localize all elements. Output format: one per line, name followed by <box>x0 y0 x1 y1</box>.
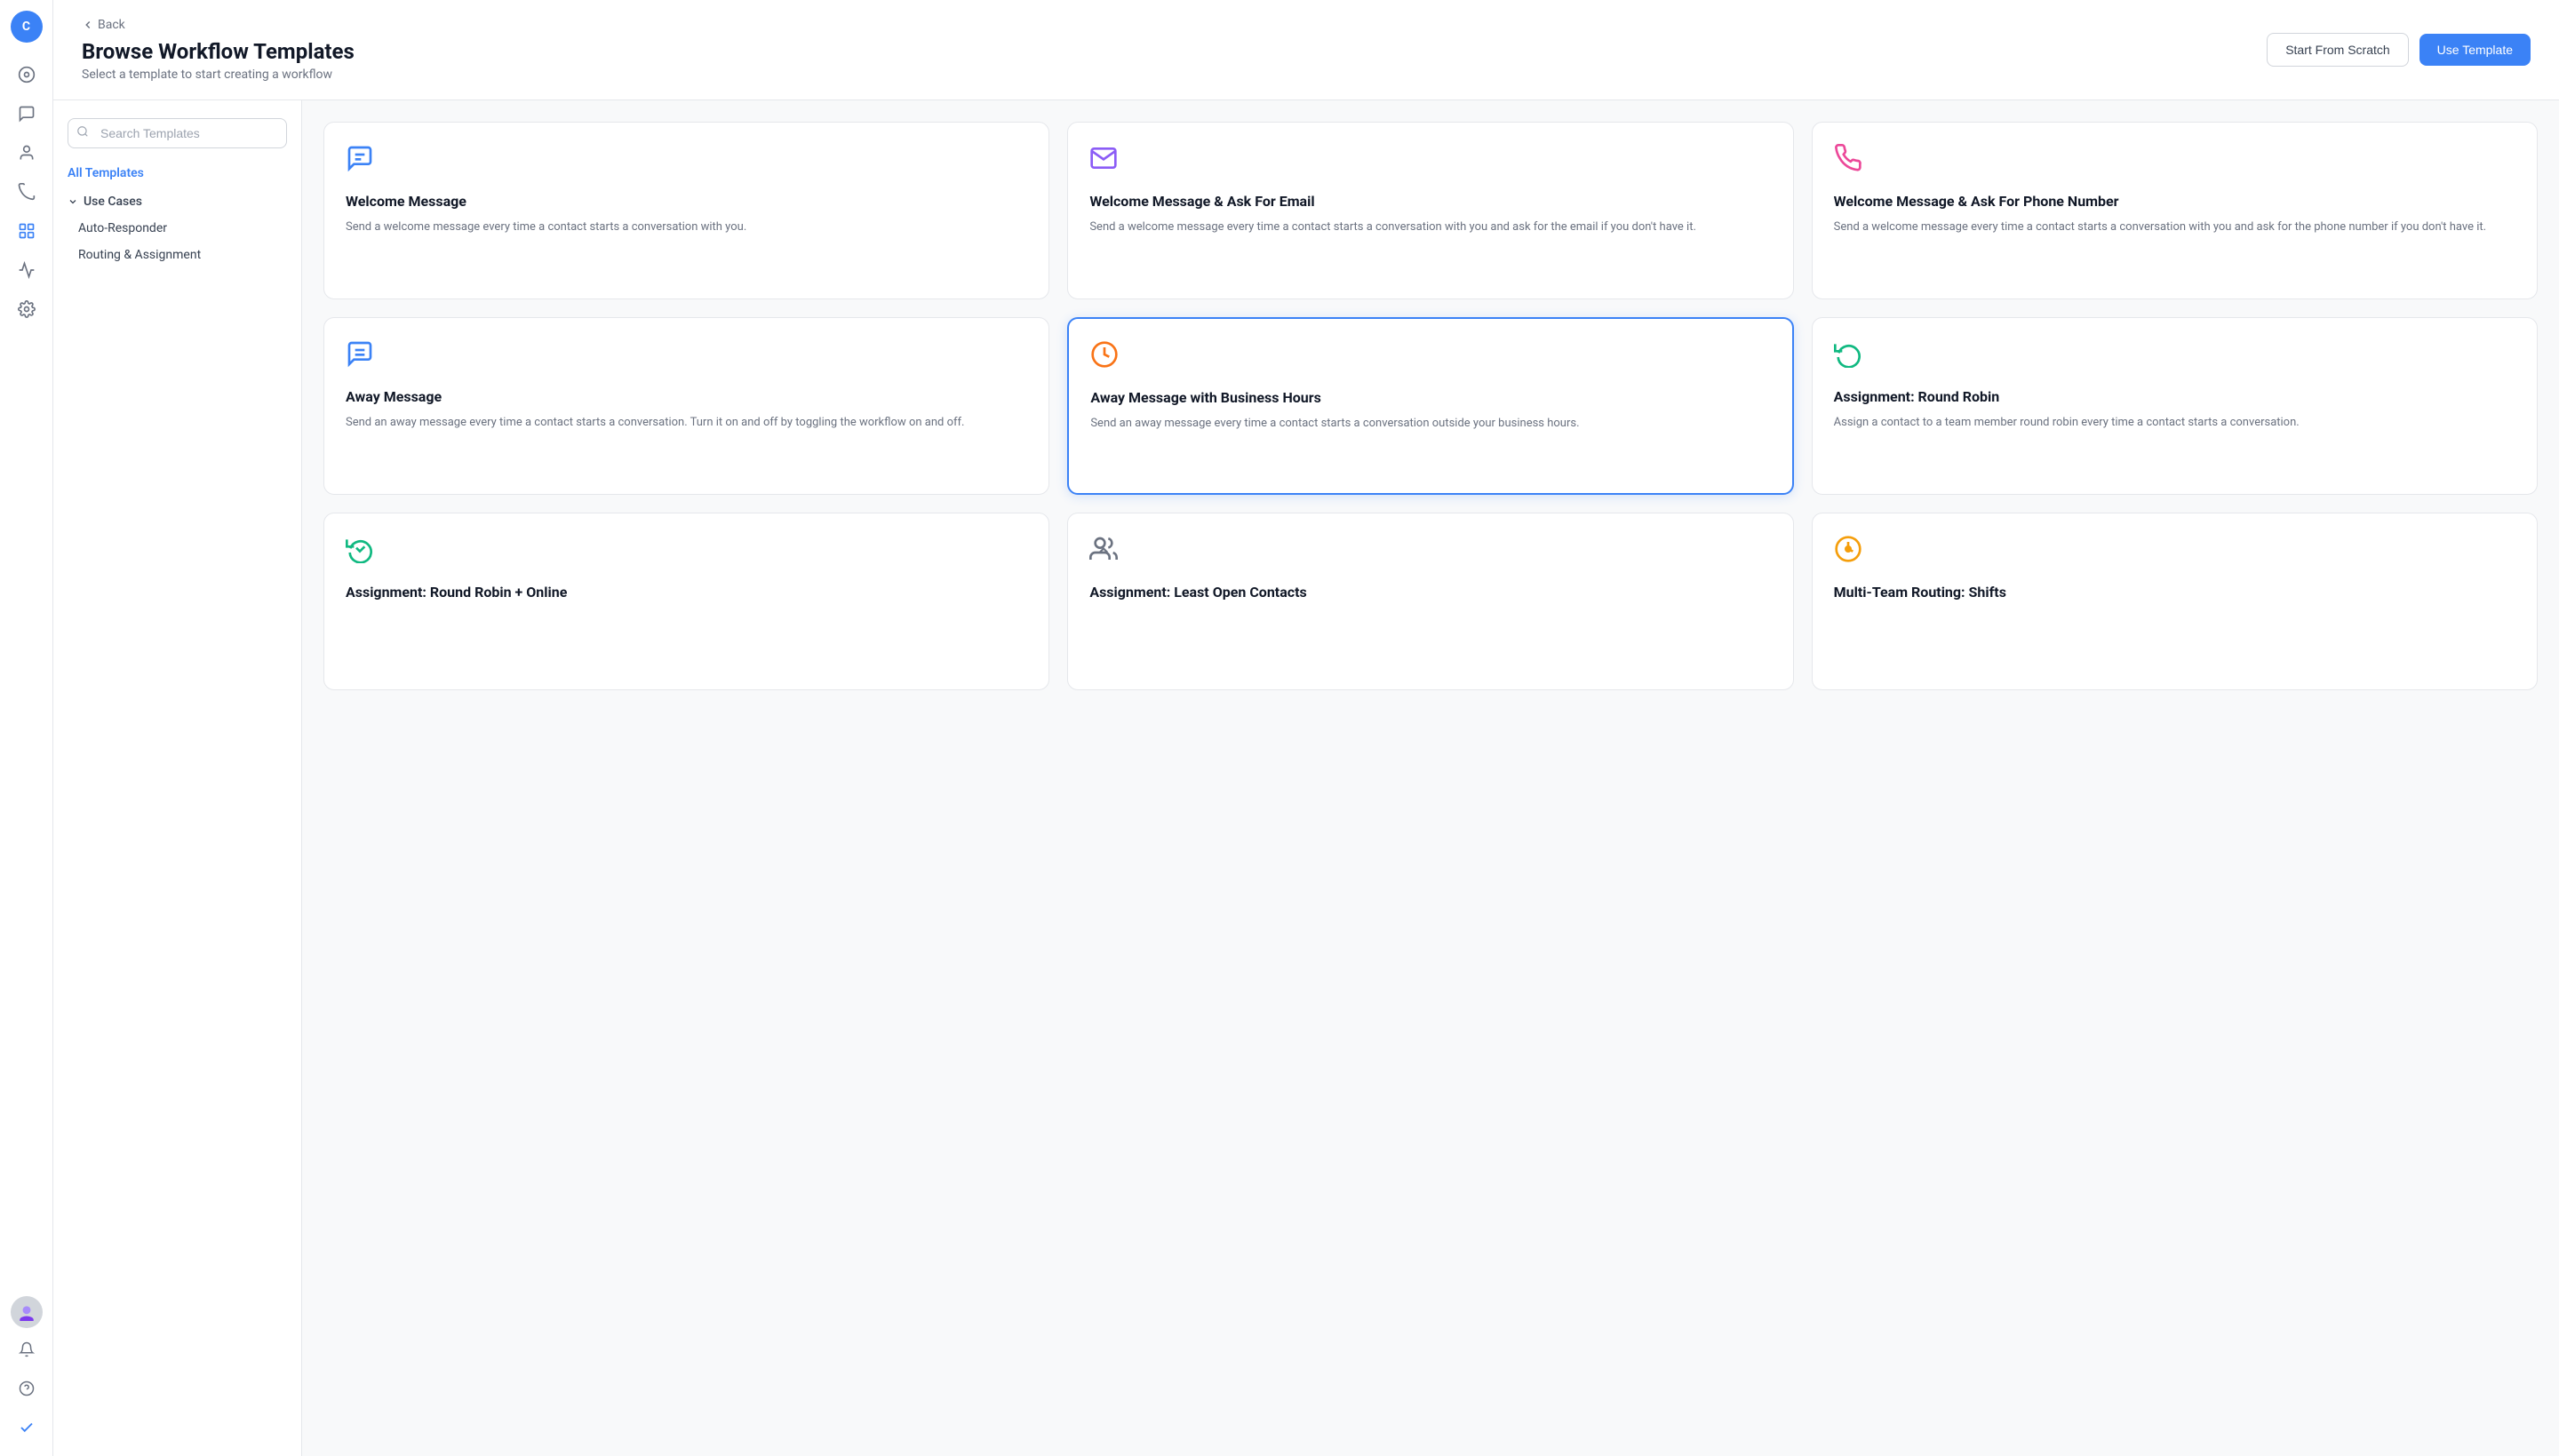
chat-nav-icon[interactable] <box>9 96 44 131</box>
template-title: Welcome Message & Ask For Email <box>1089 193 1771 210</box>
search-icon <box>76 125 89 141</box>
welcome-message-icon <box>346 144 1027 179</box>
template-title: Away Message <box>346 388 1027 405</box>
templates-area: Welcome Message Send a welcome message e… <box>302 100 2559 1456</box>
dashboard-nav-icon[interactable] <box>9 57 44 92</box>
away-business-hours-icon <box>1090 340 1770 375</box>
all-templates-filter[interactable]: All Templates <box>68 166 287 180</box>
search-input[interactable] <box>68 118 287 148</box>
template-title: Away Message with Business Hours <box>1090 389 1770 406</box>
template-card-round-robin[interactable]: Assignment: Round Robin Assign a contact… <box>1812 317 2538 495</box>
use-template-button[interactable]: Use Template <box>2419 34 2531 66</box>
welcome-phone-icon <box>1834 144 2515 179</box>
away-message-icon <box>346 339 1027 374</box>
template-title: Multi-Team Routing: Shifts <box>1834 584 2515 601</box>
workflow-nav-icon[interactable] <box>9 213 44 249</box>
template-card-away-message[interactable]: Away Message Send an away message every … <box>323 317 1049 495</box>
contacts-nav-icon[interactable] <box>9 135 44 171</box>
template-description: Send a welcome message every time a cont… <box>1834 219 2515 236</box>
template-card-welcome-phone[interactable]: Welcome Message & Ask For Phone Number S… <box>1812 122 2538 299</box>
template-card-round-robin-online[interactable]: Assignment: Round Robin + Online <box>323 513 1049 690</box>
page-header: Back Browse Workflow Templates Select a … <box>53 0 2559 100</box>
nav-avatar: C <box>11 11 43 43</box>
auto-responder-filter[interactable]: Auto-Responder <box>68 216 287 241</box>
multi-team-icon <box>1834 535 2515 569</box>
template-description: Assign a contact to a team member round … <box>1834 414 2515 432</box>
templates-grid: Welcome Message Send a welcome message e… <box>323 122 2538 690</box>
welcome-email-icon <box>1089 144 1771 179</box>
back-button[interactable]: Back <box>82 18 355 32</box>
template-description: Send a welcome message every time a cont… <box>346 219 1027 236</box>
template-description: Send a welcome message every time a cont… <box>1089 219 1771 236</box>
template-title: Assignment: Round Robin <box>1834 388 2515 405</box>
notifications-nav-icon[interactable] <box>9 1332 44 1367</box>
header-left: Back Browse Workflow Templates Select a … <box>82 18 355 82</box>
template-title: Assignment: Round Robin + Online <box>346 584 1027 601</box>
template-card-away-business-hours[interactable]: Away Message with Business Hours Send an… <box>1067 317 1793 495</box>
template-title: Welcome Message & Ask For Phone Number <box>1834 193 2515 210</box>
sidebar-nav: C <box>0 0 53 1456</box>
round-robin-icon <box>1834 339 2515 374</box>
use-cases-label: Use Cases <box>84 195 142 209</box>
use-cases-section[interactable]: Use Cases <box>68 195 287 209</box>
template-title: Welcome Message <box>346 193 1027 210</box>
reports-nav-icon[interactable] <box>9 252 44 288</box>
user-avatar[interactable] <box>11 1296 43 1328</box>
body-layout: All Templates Use Cases Auto-Responder R… <box>53 100 2559 1456</box>
template-card-welcome-email[interactable]: Welcome Message & Ask For Email Send a w… <box>1067 122 1793 299</box>
header-actions: Start From Scratch Use Template <box>2267 33 2531 67</box>
page-title: Browse Workflow Templates <box>82 39 355 64</box>
least-open-icon <box>1089 535 1771 569</box>
search-box <box>68 118 287 148</box>
routing-assignment-filter[interactable]: Routing & Assignment <box>68 243 287 267</box>
start-from-scratch-button[interactable]: Start From Scratch <box>2267 33 2408 67</box>
template-title: Assignment: Least Open Contacts <box>1089 584 1771 601</box>
template-description: Send an away message every time a contac… <box>1090 415 1770 433</box>
done-nav-icon[interactable] <box>9 1410 44 1445</box>
template-card-welcome-message[interactable]: Welcome Message Send a welcome message e… <box>323 122 1049 299</box>
main-content: Back Browse Workflow Templates Select a … <box>53 0 2559 1456</box>
broadcast-nav-icon[interactable] <box>9 174 44 210</box>
round-robin-online-icon <box>346 535 1027 569</box>
settings-nav-icon[interactable] <box>9 291 44 327</box>
template-description: Send an away message every time a contac… <box>346 414 1027 432</box>
help-nav-icon[interactable] <box>9 1371 44 1406</box>
template-card-least-open[interactable]: Assignment: Least Open Contacts <box>1067 513 1793 690</box>
page-subtitle: Select a template to start creating a wo… <box>82 68 355 82</box>
template-card-multi-team[interactable]: Multi-Team Routing: Shifts <box>1812 513 2538 690</box>
sidebar-filters: All Templates Use Cases Auto-Responder R… <box>53 100 302 1456</box>
